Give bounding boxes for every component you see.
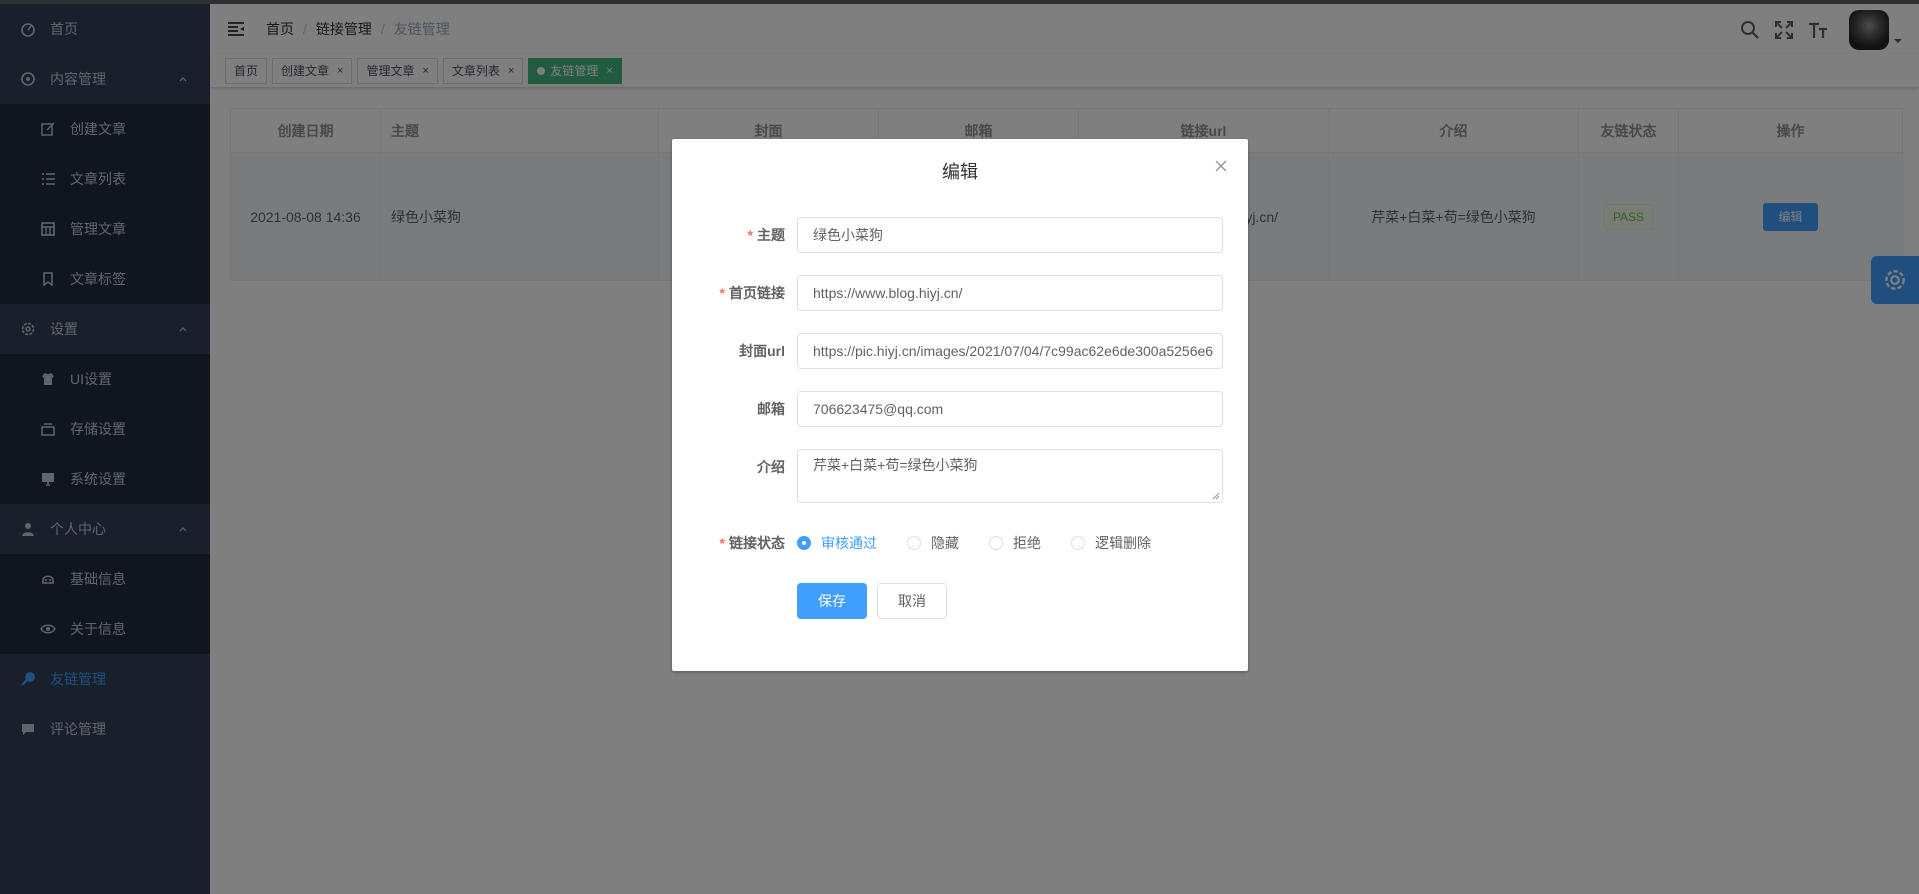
radio-circle	[907, 536, 921, 550]
theme-label: * 主题	[697, 217, 797, 253]
radio-hidden[interactable]: 隐藏	[907, 533, 959, 553]
intro-text: 芹菜+白菜+苟=绿色小菜狗	[813, 457, 978, 473]
home-link-input[interactable]: https://www.blog.hiyj.cn/	[797, 275, 1223, 311]
radio-circle	[1071, 536, 1085, 550]
radio-circle	[989, 536, 1003, 550]
cancel-button[interactable]: 取消	[877, 583, 947, 619]
email-input[interactable]: 706623475@qq.com	[797, 391, 1223, 427]
required-mark: *	[719, 285, 725, 301]
dialog-title: 编辑	[942, 162, 978, 182]
email-label: 邮箱	[757, 401, 785, 417]
status-label: * 链接状态	[697, 525, 797, 561]
radio-label: 隐藏	[931, 535, 959, 551]
form-row-email: 邮箱 706623475@qq.com	[697, 391, 1223, 427]
save-button[interactable]: 保存	[797, 583, 867, 619]
form-row-theme: * 主题 绿色小菜狗	[697, 217, 1223, 253]
form-row-status: * 链接状态 审核通过 隐藏 拒绝 逻辑删除	[697, 525, 1223, 561]
cover-url-input[interactable]: https://pic.hiyj.cn/images/2021/07/04/7c…	[797, 333, 1223, 369]
form-row-intro: 介绍 芹菜+白菜+苟=绿色小菜狗	[697, 449, 1223, 503]
radio-rejected[interactable]: 拒绝	[989, 533, 1041, 553]
label-text: 链接状态	[729, 535, 785, 551]
required-mark: *	[719, 535, 725, 551]
edit-dialog: 编辑 * 主题 绿色小菜狗 * 首页链接 https://www.blog.hiyj…	[672, 139, 1248, 671]
radio-label: 拒绝	[1013, 535, 1041, 551]
radio-circle	[797, 536, 811, 550]
edit-form: * 主题 绿色小菜狗 * 首页链接 https://www.blog.hiyj.cn…	[672, 189, 1248, 619]
radio-logical-delete[interactable]: 逻辑删除	[1071, 533, 1151, 553]
label-text: 首页链接	[729, 285, 785, 301]
intro-textarea[interactable]: 芹菜+白菜+苟=绿色小菜狗	[797, 449, 1223, 503]
radio-label: 逻辑删除	[1095, 535, 1151, 551]
label-text: 主题	[757, 227, 785, 243]
radio-approved[interactable]: 审核通过	[797, 533, 877, 553]
dialog-buttons: 保存 取消	[797, 583, 1223, 619]
form-row-home-link: * 首页链接 https://www.blog.hiyj.cn/	[697, 275, 1223, 311]
resize-handle-icon[interactable]	[1212, 492, 1220, 500]
theme-input[interactable]: 绿色小菜狗	[797, 217, 1223, 253]
home-link-label: * 首页链接	[697, 275, 797, 311]
status-radio-group: 审核通过 隐藏 拒绝 逻辑删除	[797, 525, 1181, 561]
radio-label: 审核通过	[821, 535, 877, 551]
intro-label: 介绍	[757, 459, 785, 475]
required-mark: *	[747, 227, 753, 243]
close-icon[interactable]	[1214, 159, 1228, 173]
cover-url-label: 封面url	[739, 343, 785, 359]
form-row-cover-url: 封面url https://pic.hiyj.cn/images/2021/07…	[697, 333, 1223, 369]
